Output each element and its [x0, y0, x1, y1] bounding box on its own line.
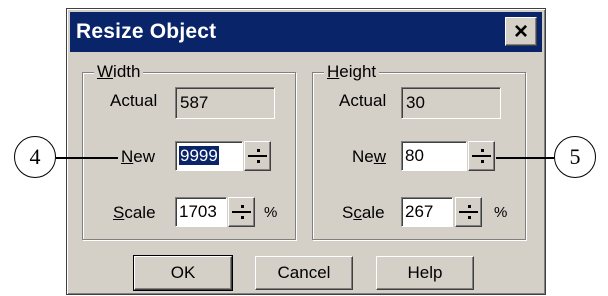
spin-divider-icon: [248, 155, 267, 157]
ok-button[interactable]: OK: [133, 255, 233, 291]
width-new-value: 9999: [179, 146, 219, 165]
spin-divider-icon: [232, 211, 251, 213]
width-actual-field: 587: [175, 87, 275, 119]
spin-down-icon: [240, 216, 244, 219]
width-scale-input[interactable]: 1703: [175, 197, 227, 227]
cancel-button[interactable]: Cancel: [255, 256, 353, 290]
spin-down-icon: [256, 160, 260, 163]
height-scale-label: Scale: [342, 203, 385, 222]
height-new-label: New: [352, 147, 387, 166]
spin-up-icon: [480, 149, 484, 152]
dialog-title: Resize Object: [76, 20, 217, 43]
height-new-value: 80: [405, 146, 424, 165]
width-actual-label: Actual: [110, 91, 158, 110]
spin-divider-icon: [459, 211, 478, 213]
callout-5: 5: [554, 136, 596, 178]
height-scale-value: 267: [405, 202, 434, 221]
spin-divider-icon: [472, 155, 491, 157]
width-actual-value: 587: [180, 93, 209, 112]
height-actual-field: 30: [401, 87, 501, 119]
width-new-label: New: [121, 147, 156, 166]
height-new-spinner[interactable]: [468, 141, 495, 171]
callout-5-leader: [496, 157, 554, 159]
height-actual-value: 30: [406, 93, 425, 112]
height-new-input[interactable]: 80: [401, 141, 467, 171]
height-scale-unit: %: [494, 204, 508, 221]
width-scale-label: Scale: [113, 203, 156, 222]
callout-4: 4: [14, 136, 56, 178]
close-icon: ×: [513, 18, 528, 45]
spin-up-icon: [467, 205, 471, 208]
width-scale-value: 1703: [179, 202, 217, 221]
height-scale-input[interactable]: 267: [401, 197, 453, 227]
callout-4-leader: [56, 157, 118, 159]
help-button[interactable]: Help: [376, 256, 474, 290]
title-bar[interactable]: Resize Object: [70, 12, 542, 52]
spin-down-icon: [467, 216, 471, 219]
width-scale-unit: %: [264, 204, 278, 221]
width-new-input[interactable]: 9999: [175, 141, 243, 171]
close-button[interactable]: ×: [505, 17, 537, 46]
height-actual-label: Actual: [339, 91, 387, 110]
height-group-legend: Height: [324, 63, 380, 81]
width-scale-spinner[interactable]: [228, 197, 255, 227]
height-scale-spinner[interactable]: [455, 197, 482, 227]
spin-down-icon: [480, 160, 484, 163]
spin-up-icon: [256, 149, 260, 152]
width-group-legend: Width: [94, 63, 144, 81]
width-new-spinner[interactable]: [244, 141, 271, 171]
spin-up-icon: [240, 205, 244, 208]
